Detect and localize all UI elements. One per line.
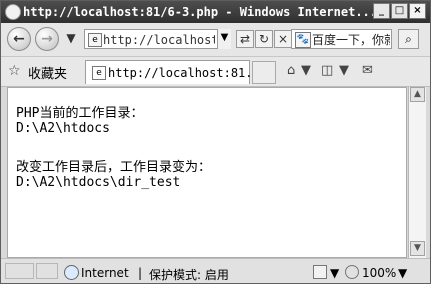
history-dropdown-icon[interactable]: ▼: [62, 30, 80, 48]
current-directory-label: PHP当前的工作目录：: [16, 106, 144, 121]
ie-icon: [5, 4, 21, 20]
tab-title: http://localhost:81...: [108, 66, 267, 80]
search-icon[interactable]: ⌕: [398, 29, 419, 49]
refresh-icon[interactable]: ↻: [255, 30, 273, 48]
zoom-icon[interactable]: [345, 265, 359, 279]
favorites-star-icon[interactable]: ☆: [8, 63, 21, 79]
baidu-paw-icon: 🐾: [295, 32, 311, 48]
current-directory-value: D:\A2\htdocs: [16, 121, 110, 136]
forward-button[interactable]: →: [35, 27, 59, 51]
navigation-bar: ← → ▼ e ▼ ⇄ ↻ × 🐾 ⌕: [1, 23, 430, 57]
favorites-bar: ☆ 收藏夹 e http://localhost:81... ⌂ ▼ ◫ ▼ ✉: [1, 57, 430, 87]
title-bar: http://localhost:81/6-3.php - Windows In…: [1, 1, 430, 23]
home-icon[interactable]: ⌂: [287, 63, 295, 78]
feeds-icon[interactable]: ◫: [321, 63, 333, 78]
address-input[interactable]: [103, 33, 215, 47]
zoom-level[interactable]: 100%: [362, 266, 396, 280]
favorites-label[interactable]: 收藏夹: [28, 63, 67, 82]
feeds-dropdown-icon[interactable]: ▼: [339, 63, 349, 78]
security-dropdown-icon[interactable]: ▼: [330, 266, 339, 280]
maximize-button[interactable]: □: [391, 3, 408, 19]
search-input[interactable]: [312, 31, 390, 47]
back-button[interactable]: ←: [7, 27, 31, 51]
address-dropdown-icon[interactable]: ▼: [217, 29, 231, 49]
changed-directory-value: D:\A2\htdocs\dir_test: [16, 175, 181, 190]
compatibility-icon[interactable]: ⇄: [236, 30, 254, 48]
status-bar: Internet | 保护模式: 启用 ▼ 100% ▼: [1, 258, 430, 283]
home-dropdown-icon[interactable]: ▼: [301, 63, 311, 78]
address-bar[interactable]: e: [84, 29, 231, 49]
scroll-down-icon[interactable]: ▼: [410, 241, 425, 256]
close-button[interactable]: ×: [409, 3, 426, 19]
zoom-dropdown-icon[interactable]: ▼: [398, 266, 407, 280]
page-content: PHP当前的工作目录： D:\A2\htdocs 改变工作目录后，工作目录变为：…: [7, 87, 407, 258]
status-segment: [5, 263, 34, 279]
new-tab-button[interactable]: [252, 61, 276, 84]
internet-globe-icon: [64, 265, 79, 280]
status-separator: |: [138, 266, 143, 280]
internet-zone-label: Internet: [81, 266, 129, 280]
tab-page-icon: e: [92, 66, 106, 80]
vertical-scrollbar[interactable]: ▲ ▼: [408, 87, 426, 258]
browser-tab[interactable]: e http://localhost:81...: [85, 60, 267, 84]
window-title: http://localhost:81/6-3.php - Windows In…: [23, 5, 378, 19]
minimize-button[interactable]: _: [373, 3, 390, 19]
page-icon: e: [88, 33, 102, 47]
search-box[interactable]: 🐾: [291, 29, 392, 49]
protected-mode-label: 保护模式: 启用: [149, 268, 229, 282]
security-icon[interactable]: [313, 265, 327, 279]
mail-icon[interactable]: ✉: [362, 63, 373, 78]
scroll-up-icon[interactable]: ▲: [410, 87, 425, 102]
browser-window: http://localhost:81/6-3.php - Windows In…: [0, 0, 431, 284]
changed-directory-label: 改变工作目录后，工作目录变为：: [16, 160, 212, 175]
stop-icon[interactable]: ×: [274, 30, 292, 48]
status-segment: [36, 263, 58, 279]
